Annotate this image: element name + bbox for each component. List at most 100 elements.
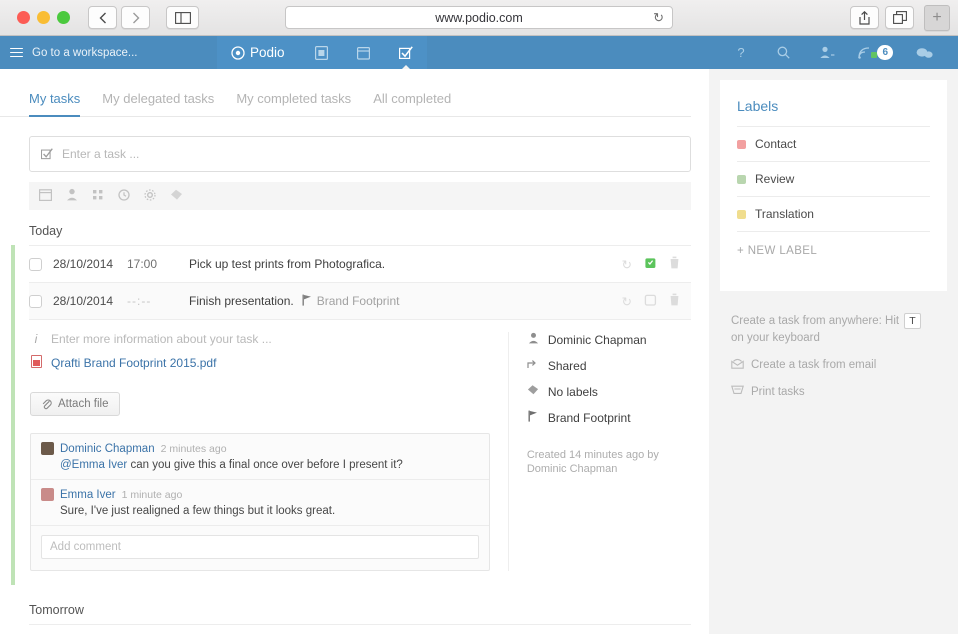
comment-time: 2 minutes ago	[160, 442, 227, 455]
comment-header: Emma Iver 1 minute ago	[41, 488, 479, 501]
task-checkbox[interactable]	[29, 257, 42, 271]
task-tabs: My tasks My delegated tasks My completed…	[0, 69, 691, 117]
task-sharing[interactable]: Shared	[527, 358, 691, 373]
new-label-button[interactable]: + NEW LABEL	[737, 231, 930, 257]
add-comment-input[interactable]: Add comment	[41, 535, 479, 559]
tab-my-tasks[interactable]: My tasks	[29, 91, 81, 117]
print-tasks-link[interactable]: Print tasks	[731, 384, 936, 399]
show-tabs-button[interactable]	[885, 6, 914, 29]
new-task-placeholder: Enter a task ...	[62, 147, 140, 161]
app-top-navigation: Go to a workspace... Podio ? 6	[0, 36, 958, 69]
alarm-task-icon[interactable]	[644, 256, 657, 272]
comment-time: 1 minute ago	[121, 488, 183, 501]
filter-settings-icon[interactable]	[144, 188, 156, 204]
chevron-left-icon	[99, 12, 106, 23]
task-reference[interactable]: Brand Footprint	[302, 294, 400, 309]
app-calendar-icon[interactable]	[343, 36, 385, 69]
create-task-from-email-link[interactable]: Create a task from email	[731, 358, 936, 372]
table-row[interactable]: 28/10/2014 --:-- Finish presentation. Br…	[29, 282, 691, 319]
task-checkbox[interactable]	[29, 294, 42, 308]
plus-icon: +	[932, 8, 942, 26]
attachment-name[interactable]: Qrafti Brand Footprint 2015.pdf	[51, 356, 216, 370]
delete-task-icon[interactable]	[669, 256, 680, 272]
filter-person-icon[interactable]	[66, 188, 78, 204]
back-button[interactable]	[88, 6, 117, 29]
sidebar-item-contact[interactable]: Contact	[737, 126, 930, 161]
repeat-task-icon[interactable]: ↻	[622, 294, 632, 309]
tab-all-completed[interactable]: All completed	[373, 91, 451, 116]
mention-link[interactable]: @Emma Iver	[60, 459, 127, 471]
nav-buttons[interactable]	[88, 6, 150, 29]
notification-count: 6	[877, 45, 893, 60]
label-swatch-icon	[737, 209, 746, 219]
filter-label-icon[interactable]	[170, 189, 183, 204]
add-user-icon[interactable]	[805, 46, 848, 59]
window-controls[interactable]	[17, 11, 70, 24]
address-bar[interactable]: www.podio.com ↻	[285, 6, 673, 29]
new-activity-dot	[871, 52, 878, 58]
minimize-window-button[interactable]	[37, 11, 50, 24]
task-filter-toolbar	[29, 182, 691, 210]
share-meta-icon	[527, 358, 540, 373]
info-icon: i	[34, 332, 38, 346]
app-tasks-icon[interactable]	[385, 36, 427, 69]
avatar	[41, 488, 54, 501]
task-reference-label: Brand Footprint	[316, 294, 400, 308]
hamburger-menu-icon[interactable]	[10, 45, 23, 60]
new-tab-button[interactable]: +	[924, 4, 950, 31]
maximize-window-button[interactable]	[57, 11, 70, 24]
new-task-input[interactable]: Enter a task ...	[29, 136, 691, 172]
tab-my-completed-tasks[interactable]: My completed tasks	[236, 91, 351, 116]
task-title[interactable]: Finish presentation.	[189, 294, 294, 308]
filter-clock-icon[interactable]	[118, 188, 130, 204]
filter-date-icon[interactable]	[39, 188, 53, 204]
day-heading-tomorrow: Tomorrow	[29, 603, 84, 617]
comment-author[interactable]: Dominic Chapman	[60, 443, 155, 455]
table-row[interactable]: 29/10/2014 --:-- Proof read site copy. H…	[29, 624, 691, 634]
comment-body: Sure, I've just realigned a few things b…	[60, 505, 336, 517]
create-task-from-email-label: Create a task from email	[751, 359, 877, 372]
reload-icon[interactable]: ↻	[653, 10, 664, 26]
task-attachment[interactable]: Qrafti Brand Footprint 2015.pdf	[30, 355, 494, 371]
task-labels[interactable]: No labels	[527, 384, 691, 399]
label-name: Review	[755, 172, 795, 186]
task-list-today: 28/10/2014 17:00 Pick up test prints fro…	[11, 245, 691, 585]
workspace-label: Go to a workspace...	[32, 46, 138, 59]
label-name: Contact	[755, 137, 797, 151]
task-linked-item[interactable]: Brand Footprint	[527, 410, 691, 425]
task-assignee-label: Dominic Chapman	[547, 332, 647, 347]
show-tabs-icon	[892, 11, 907, 24]
task-title[interactable]: Pick up test prints from Photografica.	[189, 257, 385, 271]
search-icon[interactable]	[762, 46, 805, 59]
keyboard-tip-after: on your keyboard	[731, 331, 820, 344]
sidebar-toggle-button[interactable]	[166, 6, 199, 29]
help-icon[interactable]: ?	[719, 45, 762, 60]
sidebar-item-translation[interactable]: Translation	[737, 196, 930, 231]
share-button[interactable]	[850, 6, 879, 29]
close-window-button[interactable]	[17, 11, 30, 24]
keyboard-tip: Create a task from anywhere: Hit T on yo…	[731, 313, 936, 346]
task-assignee[interactable]: Dominic Chapman	[527, 332, 691, 347]
app-contacts-icon[interactable]	[301, 36, 343, 69]
comment-body: @Emma Iver can you give this a final onc…	[60, 459, 479, 471]
tab-label: My completed tasks	[236, 91, 352, 106]
delete-task-icon[interactable]	[669, 293, 680, 309]
table-row[interactable]: 28/10/2014 17:00 Pick up test prints fro…	[29, 245, 691, 282]
workspace-switcher[interactable]: Go to a workspace...	[0, 36, 217, 69]
task-description-field[interactable]: i Enter more information about your task…	[30, 332, 494, 346]
chrome-right-buttons: +	[850, 4, 950, 31]
forward-button[interactable]	[121, 6, 150, 29]
chat-icon[interactable]	[903, 47, 946, 59]
tab-my-delegated-tasks[interactable]: My delegated tasks	[102, 91, 214, 116]
sidebar-item-review[interactable]: Review	[737, 161, 930, 196]
brand-label: Podio	[250, 45, 285, 60]
podio-brand[interactable]: Podio	[217, 36, 301, 69]
filter-grid-icon[interactable]	[92, 189, 104, 204]
comment-author[interactable]: Emma Iver	[60, 489, 116, 501]
repeat-task-icon[interactable]: ↻	[622, 257, 632, 272]
alarm-task-icon[interactable]	[644, 293, 657, 309]
tab-label: My tasks	[29, 91, 81, 106]
attach-file-button[interactable]: Attach file	[30, 392, 120, 416]
notifications[interactable]: 6	[848, 45, 903, 60]
labels-title[interactable]: Labels	[737, 98, 930, 126]
